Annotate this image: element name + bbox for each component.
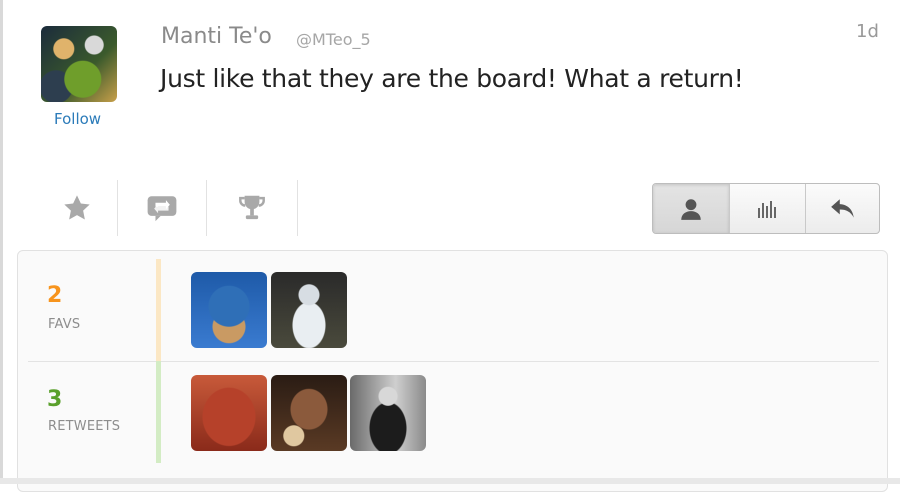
retweets-accent-bar <box>156 361 161 463</box>
bar-chart-icon <box>757 200 776 218</box>
award-button[interactable] <box>207 180 297 236</box>
favorite-button[interactable] <box>37 180 117 236</box>
follow-link[interactable]: Follow <box>54 110 101 128</box>
retweet-user-avatar[interactable] <box>191 375 267 451</box>
author-handle[interactable]: @MTeo_5 <box>296 30 371 49</box>
reply-button[interactable] <box>805 184 879 233</box>
retweet-icon <box>147 196 177 222</box>
star-icon <box>64 195 90 220</box>
engagement-stats: 2 FAVS 3 RETWEETS <box>17 250 888 492</box>
left-border <box>0 0 3 484</box>
retweets-count[interactable]: 3 <box>47 387 62 412</box>
fav-user-avatar[interactable] <box>191 272 267 348</box>
favs-label: FAVS <box>48 317 81 332</box>
reply-icon <box>830 198 854 218</box>
favs-accent-bar <box>156 259 161 361</box>
trophy-icon <box>239 195 265 220</box>
action-divider <box>297 180 298 236</box>
person-icon <box>681 198 701 220</box>
tweet-text: Just like that they are the board! What … <box>160 64 744 93</box>
retweets-label: RETWEETS <box>48 419 121 434</box>
bottom-border <box>0 478 900 484</box>
people-view-button[interactable] <box>653 184 729 233</box>
author-avatar[interactable] <box>41 26 117 102</box>
fav-user-avatar[interactable] <box>271 272 347 348</box>
retweet-button[interactable] <box>118 180 206 236</box>
author-name[interactable]: Manti Te'o <box>161 24 272 49</box>
view-toggle-group <box>652 183 880 234</box>
tweet-timestamp[interactable]: 1d <box>856 21 879 42</box>
stats-view-button[interactable] <box>729 184 805 233</box>
retweet-user-avatar[interactable] <box>271 375 347 451</box>
retweet-user-avatar[interactable] <box>350 375 426 451</box>
favs-count[interactable]: 2 <box>47 283 62 308</box>
